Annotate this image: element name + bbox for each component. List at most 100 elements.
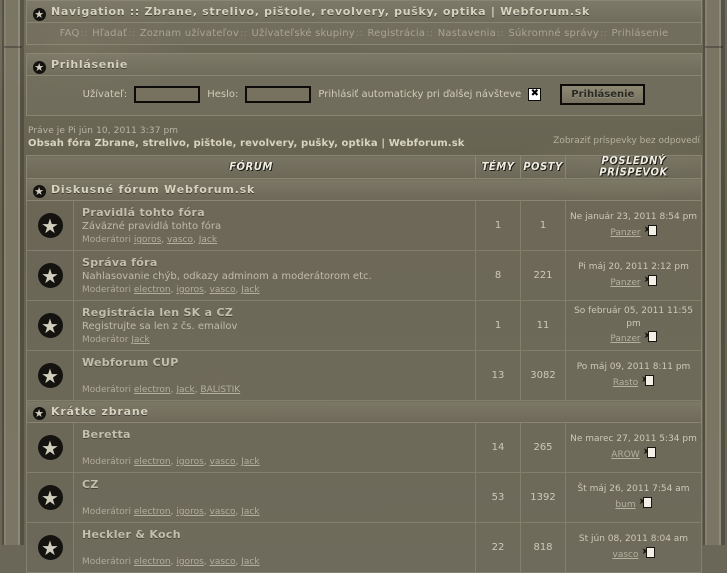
category-cell: ★ Diskusné fórum Webforum.sk	[26, 178, 702, 201]
autologin-checkbox[interactable]: ✖	[528, 88, 542, 101]
moderator-link[interactable]: electron	[134, 385, 171, 395]
moderator-link[interactable]: igoros	[176, 557, 203, 567]
moderator-link[interactable]: Jack	[131, 335, 149, 345]
moderator-link[interactable]: electron	[134, 457, 171, 467]
nav-sep: ::	[426, 28, 434, 39]
nav-link-login[interactable]: Prihlásenie	[612, 28, 669, 39]
goto-last-post-icon[interactable]: ➤	[644, 224, 657, 236]
nav-link-private-messages[interactable]: Súkromné správy	[508, 28, 599, 39]
unanswered-posts-link[interactable]: Zobraziť príspevky bez odpovedí	[553, 136, 700, 146]
forum-title[interactable]: Správa fóra	[82, 256, 467, 269]
forum-posts-count: 3082	[520, 350, 566, 401]
forum-title[interactable]: Webforum CUP	[82, 356, 467, 369]
forum-last-post-cell: St jún 08, 2011 8:04 amvasco➤	[565, 522, 702, 573]
nav-sep: ::	[355, 28, 364, 39]
forum-title[interactable]: CZ	[82, 478, 467, 491]
forum-title-link[interactable]: Registrácia len SK a CZ	[82, 306, 233, 319]
forum-title[interactable]: Pravidlá tohto fóra	[82, 206, 467, 219]
last-post-author-link[interactable]: Panzer	[610, 278, 640, 288]
last-post-author: Rasto➤	[567, 374, 700, 390]
last-post-author-link[interactable]: bum	[615, 500, 635, 510]
forum-status-icon-cell: ★	[26, 350, 74, 401]
login-form: Užívateľ: Heslo: Prihlásiť automaticky p…	[27, 76, 701, 115]
goto-last-post-icon[interactable]: ➤	[642, 546, 655, 558]
moderator-link[interactable]: Jack	[241, 557, 259, 567]
moderator-link[interactable]: Jack	[241, 507, 259, 517]
goto-last-post-icon[interactable]: ➤	[644, 274, 657, 286]
nav-link-usergroups[interactable]: Užívateľské skupiny	[252, 28, 355, 39]
forum-title[interactable]: Registrácia len SK a CZ	[82, 306, 467, 319]
left-decorative-rail	[2, 0, 24, 545]
moderator-link[interactable]: Jack	[241, 457, 259, 467]
moderator-link[interactable]: igoros	[176, 457, 203, 467]
moderator-link[interactable]: Jack	[176, 385, 194, 395]
moderator-link[interactable]: vasco	[167, 235, 193, 245]
forum-info-cell: Beretta Moderátori electron, igoros, vas…	[73, 422, 476, 473]
nav-link-search[interactable]: Hľadať	[92, 28, 127, 39]
forum-title-link[interactable]: CZ	[82, 478, 99, 491]
goto-last-post-icon[interactable]: ➤	[641, 374, 655, 386]
forum-title[interactable]: Beretta	[82, 428, 467, 441]
last-post-author: bum ➤	[567, 496, 700, 512]
goto-last-post-icon[interactable]: ➤	[643, 446, 656, 458]
category-title[interactable]: ★ Krátke zbrane	[33, 405, 701, 420]
moderator-link[interactable]: igoros	[176, 507, 203, 517]
moderator-link[interactable]: vasco	[210, 285, 236, 295]
forum-moderators: Moderátor Jack	[82, 335, 467, 345]
moderator-link[interactable]: vasco	[210, 507, 236, 517]
forum-posts-count: 265	[520, 422, 566, 473]
last-post-author-link[interactable]: vasco	[613, 550, 639, 560]
last-post-date: Št máj 26, 2011 7:54 am	[577, 484, 690, 495]
current-time: Práve je Pi jún 10, 2011 3:37 pm	[28, 126, 179, 136]
login-submit-button[interactable]: Prihlásenie	[560, 84, 646, 105]
navigation-title: Navigation :: Zbrane, strelivo, pištole,…	[51, 5, 590, 18]
moderator-link[interactable]: igoros	[176, 285, 203, 295]
moderators-label: Moderátori	[82, 557, 134, 567]
moderator-link[interactable]: vasco	[210, 457, 236, 467]
forum-title-link[interactable]: Webforum CUP	[82, 356, 179, 369]
last-post-author-link[interactable]: Panzer	[610, 334, 640, 344]
forum-moderators: Moderátori electron, igoros, vasco, Jack	[82, 507, 467, 517]
moderator-link[interactable]: vasco	[210, 557, 236, 567]
forum-posts-count: 818	[520, 522, 566, 573]
forum-title[interactable]: Heckler & Koch	[82, 528, 467, 541]
moderator-link[interactable]: electron	[134, 507, 171, 517]
nav-sep: ::	[80, 28, 88, 39]
moderator-link[interactable]: igoros	[134, 235, 161, 245]
last-post-author-link[interactable]: Panzer	[610, 228, 640, 238]
nav-link-faq[interactable]: FAQ	[60, 28, 80, 39]
forum-title-link[interactable]: Beretta	[82, 428, 131, 441]
moderator-link[interactable]: electron	[134, 285, 171, 295]
moderators-label: Moderátori	[82, 507, 134, 517]
nav-link-register[interactable]: Registrácia	[367, 28, 425, 39]
forum-star-icon: ★	[37, 313, 63, 338]
moderator-link[interactable]: Jack	[199, 235, 217, 245]
forum-title-link[interactable]: Pravidlá tohto fóra	[82, 206, 205, 219]
forum-posts-count: 221	[520, 250, 566, 301]
category-row: ★ Krátke zbrane	[26, 400, 702, 423]
password-input[interactable]	[245, 86, 312, 103]
forum-info-cell: Heckler & Koch Moderátori electron, igor…	[73, 522, 476, 573]
moderator-link[interactable]: BALISTIK	[200, 385, 240, 395]
username-input[interactable]	[134, 86, 201, 103]
forum-title-link[interactable]: Správa fóra	[82, 256, 158, 269]
goto-last-post-icon[interactable]: ➤	[639, 496, 652, 508]
nav-sep: ::	[128, 28, 136, 39]
goto-last-post-icon[interactable]: ➤	[644, 331, 657, 343]
category-title[interactable]: ★ Diskusné fórum Webforum.sk	[33, 183, 701, 198]
header-label-lastpost: POSLEDNÝ PRÍSPEVOK	[599, 155, 668, 179]
category-name: Diskusné fórum Webforum.sk	[51, 183, 256, 196]
forum-title-link[interactable]: Heckler & Koch	[82, 528, 181, 541]
header-cell-topics: TÉMY	[475, 155, 521, 179]
moderator-link[interactable]: electron	[134, 557, 171, 567]
login-title: Prihlásenie	[51, 58, 129, 71]
navigation-links: FAQ:: Hľadať:: Zoznam užívateľov:: Užíva…	[27, 23, 701, 44]
forum-description: Nahlasovanie chýb, odkazy adminom a mode…	[82, 271, 372, 282]
last-post-author-link[interactable]: Rasto	[613, 378, 638, 388]
moderator-link[interactable]: Jack	[241, 285, 259, 295]
nav-link-memberlist[interactable]: Zoznam užívateľov	[140, 28, 239, 39]
last-post-author-link[interactable]: AROW	[611, 450, 639, 460]
autologin-label: Prihlásiť automaticky pri ďalšej návštev…	[318, 89, 522, 100]
page-content: ★ Navigation :: Zbrane, strelivo, pištole…	[26, 0, 702, 573]
nav-link-settings[interactable]: Nastavenia	[438, 28, 496, 39]
